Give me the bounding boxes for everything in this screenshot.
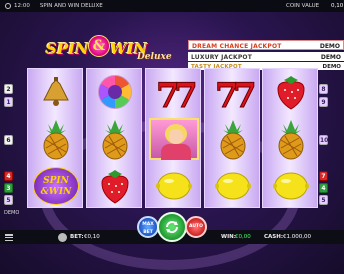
payline-marker-right[interactable]: 5 [319, 195, 328, 205]
clock-time: 12:00 [14, 3, 30, 9]
symbol-pineapple [28, 116, 84, 162]
payline-marker-right[interactable]: 9 [319, 97, 328, 107]
payline-marker-left[interactable]: 6 [4, 135, 13, 145]
coin-stack-icon[interactable] [58, 233, 67, 242]
logo-deluxe: Deluxe [137, 52, 172, 62]
payline-marker-left[interactable]: 3 [4, 183, 13, 193]
payline-marker-left[interactable]: 5 [4, 195, 13, 205]
logo-ampersand: & [88, 35, 110, 57]
game-title: SPIN AND WIN DELUXE [39, 3, 103, 9]
symbol-strawberry [263, 69, 319, 115]
logo-word-spin: SPIN [46, 40, 89, 58]
symbol-pineapple [205, 116, 261, 162]
reel-3: 77 [145, 68, 201, 208]
bet-label: BET: [70, 234, 84, 240]
autoplay-button[interactable]: AUTO [185, 216, 207, 238]
reel-5 [262, 68, 318, 208]
jackpot-value: DEMO [320, 53, 341, 61]
svg-text:7: 7 [174, 76, 196, 111]
coin-value-label: COIN VALUE [286, 3, 320, 9]
max-bet-button[interactable]: MAX BET [137, 216, 159, 238]
cash-label: CASH: [264, 234, 284, 240]
win-label: WIN: [221, 234, 236, 240]
jackpot-label: DREAM CHANCE JACKPOT [192, 42, 282, 50]
symbol-lemon [263, 163, 319, 209]
symbol-seven: 77 [205, 69, 261, 115]
symbol-lady [146, 116, 202, 162]
symbol-bonus [87, 69, 143, 115]
reel-1: SPIN &WIN [27, 68, 83, 208]
payline-marker-left[interactable]: 4 [4, 171, 13, 181]
game-stage: 12:00 SPIN AND WIN DELUXE COIN VALUE 0,1… [0, 0, 344, 274]
symbol-seven: 77 [146, 69, 202, 115]
menu-icon[interactable] [5, 234, 13, 242]
symbol-bell [28, 69, 84, 115]
jackpot-value: DEMO [322, 63, 341, 70]
payline-marker-left[interactable]: 1 [4, 97, 13, 107]
payline-marker-right[interactable]: 7 [319, 171, 328, 181]
symbol-pineapple [263, 116, 319, 162]
spin-arrows-icon [166, 221, 178, 233]
jackpot-label: LUXURY JACKPOT [191, 53, 253, 61]
win-value: €0,00 [235, 234, 251, 240]
max-bet-label: MAX BET [142, 222, 154, 235]
top-bar: 12:00 SPIN AND WIN DELUXE COIN VALUE 0,1… [0, 0, 344, 12]
jackpot-dream-chance: DREAM CHANCE JACKPOT DEMO [188, 40, 344, 50]
payline-marker-right[interactable]: 4 [319, 183, 328, 193]
autoplay-label: AUTO [189, 224, 203, 229]
demo-label: DEMO [4, 210, 20, 216]
cash-value: €1.000,00 [283, 234, 311, 240]
jackpot-value: DEMO [319, 42, 340, 50]
symbol-strawberry [87, 163, 143, 209]
payline-marker-right[interactable]: 10 [319, 135, 328, 145]
coin-value[interactable]: 0,10 [331, 3, 343, 9]
payline-marker-left[interactable]: 2 [4, 84, 13, 94]
symbol-spinwin: SPIN &WIN [28, 163, 84, 209]
jackpot-luxury: LUXURY JACKPOT DEMO [188, 52, 344, 61]
game-logo: SPIN & WIN Deluxe [42, 35, 182, 68]
symbol-lemon [146, 163, 202, 209]
symbol-lemon [205, 163, 261, 209]
payline-marker-right[interactable]: 8 [319, 84, 328, 94]
clock-icon [5, 3, 11, 9]
symbol-pineapple [87, 116, 143, 162]
spin-button[interactable] [157, 212, 187, 242]
svg-text:7: 7 [233, 76, 255, 111]
reel-2 [86, 68, 142, 208]
reels-grid: SPIN &WIN 7 7 7 7 [27, 68, 318, 208]
reel-4: 77 [204, 68, 260, 208]
bet-value: €0,10 [84, 234, 100, 240]
